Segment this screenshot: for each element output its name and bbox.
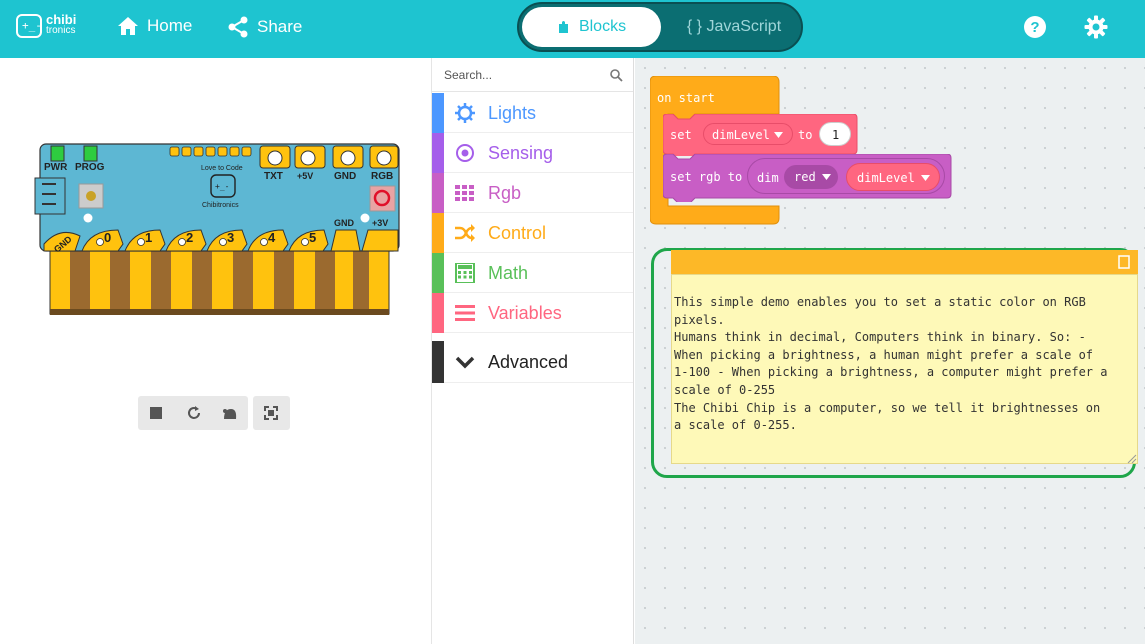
- category-rgb-label: Rgb: [488, 183, 522, 203]
- dim-block[interactable]: dim red dimLevel: [747, 158, 945, 194]
- pin-0-label: 0: [104, 230, 111, 245]
- help-icon[interactable]: ?: [1023, 15, 1047, 39]
- svg-text:?: ?: [1030, 19, 1039, 36]
- home-button[interactable]: Home: [117, 16, 192, 36]
- variable-dropdown[interactable]: dimLevel: [703, 123, 793, 145]
- 5v-pin-label: +5V: [297, 171, 313, 181]
- search-input[interactable]: [444, 67, 604, 83]
- comment-header[interactable]: [671, 250, 1138, 274]
- logo-subtext: tronics: [46, 25, 76, 36]
- stop-icon[interactable]: [150, 407, 162, 419]
- comment-text[interactable]: This simple demo enables you to set a st…: [674, 294, 1114, 435]
- color-option: red: [794, 170, 816, 184]
- set-label: set: [670, 128, 692, 142]
- 3v-pin-label: +3V: [372, 218, 388, 228]
- shuffle-icon: [455, 224, 475, 242]
- blocks-workspace[interactable]: on start set dimLevel to 1 set rgb to di…: [635, 58, 1145, 644]
- editor-mode-toggle: Blocks { } JavaScript: [517, 2, 803, 52]
- puzzle-icon: [558, 21, 568, 33]
- svg-text:+_-: +_-: [215, 182, 229, 191]
- lightbulb-gear-icon: [455, 103, 475, 123]
- category-sensing-label: Sensing: [488, 143, 554, 163]
- dim-variable-name: dimLevel: [857, 171, 915, 185]
- prog-label: PROG: [75, 162, 105, 173]
- category-advanced-label: Advanced: [488, 352, 569, 372]
- set-variable-block[interactable]: set dimLevel to 1: [663, 114, 858, 156]
- category-math-label: Math: [488, 263, 529, 283]
- category-control-label: Control: [488, 223, 547, 243]
- pin-2-label: 2: [186, 230, 193, 245]
- dropdown-arrow-icon: [774, 132, 783, 138]
- category-lights-label: Lights: [488, 103, 537, 123]
- share-button[interactable]: Share: [227, 16, 302, 38]
- share-label: Share: [257, 17, 303, 36]
- category-variables[interactable]: Variables: [432, 293, 633, 333]
- target-icon: [456, 144, 474, 162]
- pwr-label: PWR: [44, 162, 68, 173]
- comment-line-3: The Chibi Chip is a computer, so we tell…: [674, 400, 1101, 433]
- top-navigation-bar: +_- chibi tronics Home Share Blocks {} …: [0, 0, 1145, 58]
- share-icon: [228, 16, 248, 38]
- pin-1-label: 1: [145, 230, 152, 245]
- simulator-controls: [138, 396, 248, 430]
- pin-5-label: 5: [309, 230, 316, 245]
- category-math[interactable]: Math: [432, 253, 633, 293]
- love-to-code-label: Love to Code: [201, 165, 243, 172]
- gnd-top-label: GND: [334, 171, 356, 182]
- block-toolbox: Lights Sensing Rgb Control: [432, 58, 634, 644]
- value-text: 1: [832, 128, 840, 142]
- toolbox-search: [432, 58, 633, 92]
- chibitronics-logo[interactable]: +_- chibi tronics: [16, 13, 86, 44]
- slow-motion-icon[interactable]: [222, 406, 238, 420]
- set-rgb-block[interactable]: set rgb to dim red dimLevel: [663, 154, 953, 202]
- category-advanced[interactable]: Advanced: [432, 341, 633, 383]
- javascript-label: { } JavaScript: [686, 18, 782, 35]
- comment-delete-icon[interactable]: [1118, 255, 1130, 269]
- comment-line-1: This simple demo enables you to set a st…: [674, 295, 1086, 327]
- blocks-label: Blocks: [578, 18, 627, 35]
- to-label: to: [798, 128, 813, 142]
- gear-icon[interactable]: [1084, 15, 1108, 39]
- pin-3-label: 3: [227, 230, 234, 245]
- variable-name: dimLevel: [712, 128, 770, 142]
- value-input[interactable]: 1: [819, 122, 851, 146]
- home-label: Home: [147, 16, 193, 35]
- grid-dots-icon: [455, 185, 474, 201]
- comment-line-2: Humans think in decimal, Computers think…: [674, 330, 1108, 397]
- dropdown-arrow-icon: [921, 175, 930, 181]
- dropdown-arrow-icon: [822, 174, 831, 180]
- dim-label: dim: [757, 171, 779, 185]
- search-icon[interactable]: [610, 69, 623, 82]
- chevron-down-icon: [455, 356, 475, 369]
- restart-icon[interactable]: [186, 405, 202, 421]
- category-lights[interactable]: Lights: [432, 93, 633, 133]
- fullscreen-button[interactable]: [253, 396, 290, 430]
- resize-handle-icon[interactable]: [1127, 454, 1137, 464]
- txt-pin-label: TXT: [264, 171, 283, 182]
- blocks-tab[interactable]: Blocks: [522, 7, 661, 47]
- dim-variable-reporter[interactable]: dimLevel: [846, 163, 940, 191]
- list-icon: [455, 305, 475, 321]
- chibitronics-board-label: Chibitronics: [202, 202, 239, 209]
- category-rgb[interactable]: Rgb: [432, 173, 633, 213]
- chibi-chip-board[interactable]: PWR PROG Love to Code +_- Chibitronics T…: [0, 58, 432, 358]
- simulator-panel: PWR PROG Love to Code +_- Chibitronics T…: [0, 58, 432, 644]
- set-rgb-label: set rgb to: [670, 170, 743, 184]
- category-sensing[interactable]: Sensing: [432, 133, 633, 173]
- category-control[interactable]: Control: [432, 213, 633, 253]
- calculator-icon: [455, 263, 475, 283]
- pin-4-label: 4: [268, 230, 276, 245]
- fullscreen-icon: [264, 406, 278, 420]
- color-dropdown[interactable]: red: [784, 165, 838, 189]
- on-start-label: on start: [657, 91, 715, 105]
- logo-face-icon: +_-: [16, 14, 42, 38]
- javascript-tab[interactable]: { } JavaScript: [669, 7, 799, 47]
- gnd-mid-label: GND: [334, 218, 355, 228]
- category-variables-label: Variables: [488, 303, 562, 323]
- rgb-pin-label: RGB: [371, 171, 393, 182]
- home-icon: [118, 17, 138, 35]
